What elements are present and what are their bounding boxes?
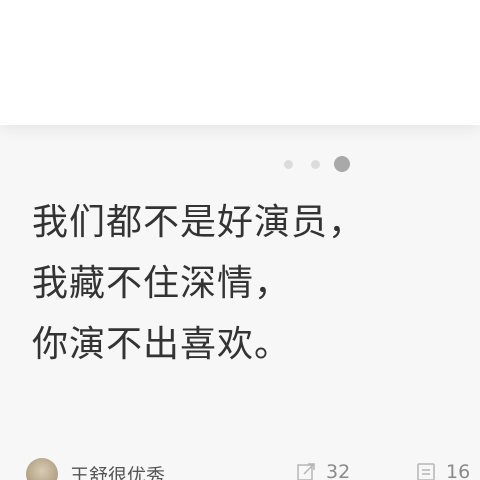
quote-line-2: 我藏不住深情， xyxy=(32,263,292,304)
share-count: 32 xyxy=(326,461,351,480)
share-icon xyxy=(297,463,315,480)
avatar[interactable] xyxy=(26,458,58,480)
comment-count: 16 xyxy=(446,461,471,480)
comment-button[interactable]: 16 xyxy=(416,461,470,480)
quote-line-1: 我们都不是好演员， xyxy=(32,202,366,243)
quote-line-3: 你演不出喜欢。 xyxy=(32,324,292,365)
comment-icon xyxy=(417,463,435,480)
pager-dot-3-active[interactable] xyxy=(334,156,350,172)
author-name[interactable]: 王舒很优秀 xyxy=(70,461,165,480)
share-button[interactable]: 32 xyxy=(296,461,350,480)
quote-text: 我们都不是好演员， 我藏不住深情， 你演不出喜欢。 xyxy=(32,192,462,375)
pager-dot-2[interactable] xyxy=(311,160,320,169)
quote-page: 我们都不是好演员， 我藏不住深情， 你演不出喜欢。 王舒很优秀 32 16 xyxy=(0,0,480,480)
post-footer: 王舒很优秀 32 16 xyxy=(0,456,480,480)
pager-dot-1[interactable] xyxy=(284,160,293,169)
image-card[interactable] xyxy=(0,0,480,125)
